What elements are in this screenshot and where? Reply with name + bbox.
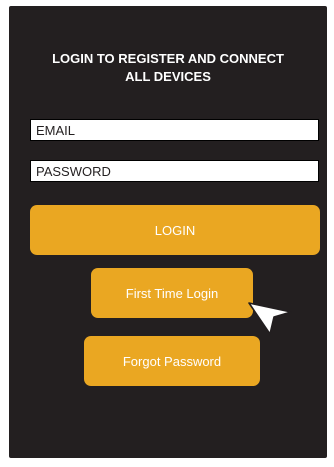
forgot-password-button[interactable]: Forgot Password	[84, 336, 260, 386]
password-field[interactable]	[30, 160, 319, 182]
cursor-arrow-icon	[248, 302, 292, 335]
email-field[interactable]	[30, 119, 319, 141]
page-title-line-1: LOGIN TO REGISTER AND CONNECT	[52, 51, 284, 66]
first-time-login-button[interactable]: First Time Login	[91, 268, 253, 318]
page-title: LOGIN TO REGISTER AND CONNECT ALL DEVICE…	[9, 50, 327, 86]
page-title-line-2: ALL DEVICES	[125, 69, 211, 84]
login-screen: LOGIN TO REGISTER AND CONNECT ALL DEVICE…	[9, 6, 327, 458]
login-button[interactable]: LOGIN	[30, 205, 320, 255]
